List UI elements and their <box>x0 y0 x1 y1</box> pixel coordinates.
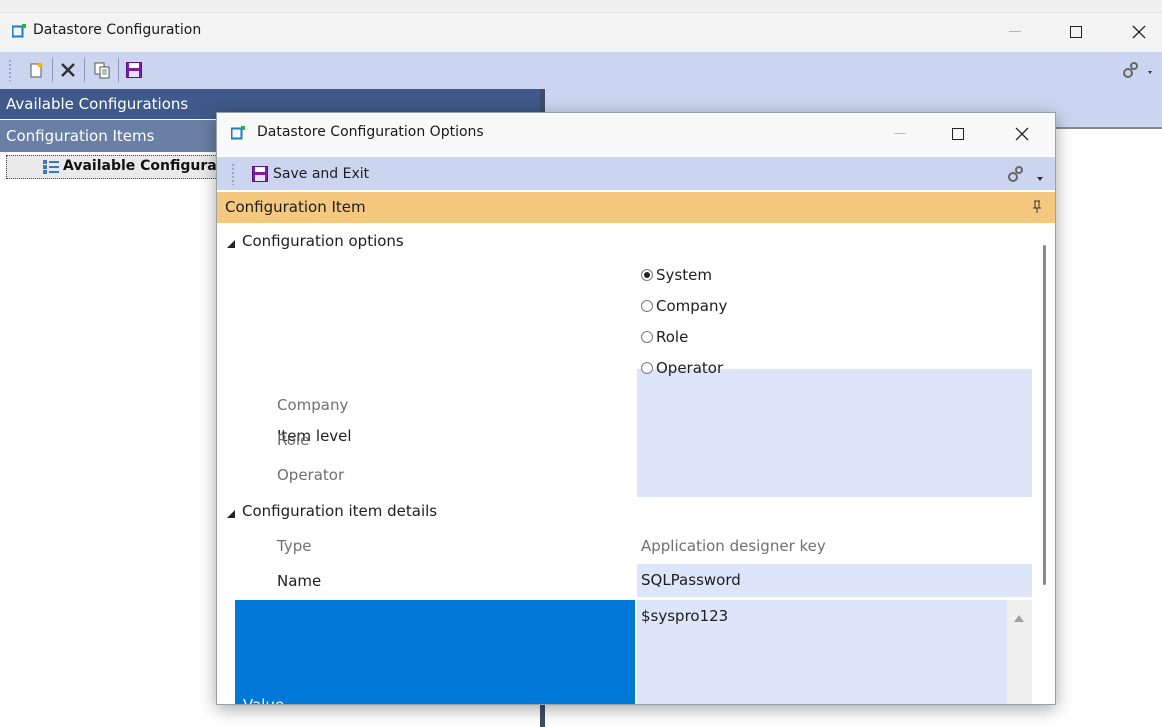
configuration-item-header-label: Configuration Item <box>225 198 366 216</box>
role-label: Role <box>277 431 310 449</box>
configuration-items-label: Configuration Items <box>6 127 155 145</box>
gears-icon[interactable] <box>1118 58 1158 82</box>
type-label: Type <box>277 537 312 555</box>
save-and-exit-label: Save and Exit <box>273 165 370 182</box>
save-icon <box>251 165 269 183</box>
name-label: Name <box>277 572 322 590</box>
dialog-toolbar: Save and Exit <box>217 157 1055 190</box>
section-configuration-item-details: Configuration item details <box>242 502 438 520</box>
value-textarea[interactable]: $syspro123 <box>637 600 1007 704</box>
name-value: SQLPassword <box>641 571 741 589</box>
new-icon[interactable] <box>24 58 48 82</box>
name-field[interactable]: SQLPassword <box>637 564 1032 597</box>
company-label: Company <box>277 396 349 414</box>
maximize-button[interactable] <box>1053 17 1099 47</box>
options-dialog: Datastore Configuration Options Save and… <box>216 112 1056 705</box>
copy-icon[interactable] <box>90 58 114 82</box>
scroll-up-arrow-icon[interactable] <box>1014 610 1024 626</box>
value-textarea-scrollbar[interactable] <box>1007 600 1032 704</box>
item-level-field <box>637 369 1032 497</box>
value-value: $syspro123 <box>641 607 729 625</box>
radio-system-indicator <box>641 269 653 281</box>
dialog-title: Datastore Configuration Options <box>257 124 484 140</box>
minimize-button[interactable] <box>992 17 1038 47</box>
dialog-close-button[interactable] <box>999 119 1045 149</box>
radio-system[interactable]: System <box>641 260 712 290</box>
app-icon <box>230 126 245 144</box>
collapse-section-2-icon[interactable] <box>227 506 235 522</box>
radio-role-label: Role <box>656 328 689 346</box>
main-toolbar <box>0 52 1162 89</box>
available-configurations-header: Available Configurations <box>6 95 189 113</box>
type-value: Application designer key <box>641 537 826 555</box>
radio-company-indicator <box>641 300 653 312</box>
app-icon <box>11 24 26 42</box>
main-title-bar: Datastore Configuration <box>0 12 1162 52</box>
main-window-title: Datastore Configuration <box>33 22 202 38</box>
grid-scrollbar[interactable] <box>1043 245 1046 585</box>
radio-company-label: Company <box>656 297 728 315</box>
configuration-item-header: Configuration Item <box>217 192 1055 223</box>
toolbar-grip <box>231 163 235 185</box>
collapse-section-1-icon[interactable] <box>227 236 235 252</box>
delete-icon[interactable] <box>56 58 80 82</box>
close-button[interactable] <box>1116 17 1162 47</box>
toolbar-separator <box>52 58 53 82</box>
toolbar-grip <box>8 59 12 81</box>
dialog-minimize-button[interactable] <box>877 119 923 149</box>
value-label: Value <box>243 696 285 705</box>
toolbar-separator <box>118 58 119 82</box>
gears-icon[interactable] <box>1005 163 1049 185</box>
top-edge-strip <box>0 0 1162 13</box>
section-configuration-options: Configuration options <box>242 232 404 250</box>
operator-label: Operator <box>277 466 345 484</box>
radio-operator[interactable]: Operator <box>641 353 723 383</box>
radio-role[interactable]: Role <box>641 322 688 352</box>
tree-item-label: Available Configurati <box>63 158 229 174</box>
save-and-exit-button[interactable]: Save and Exit <box>251 161 369 186</box>
toolbar-separator <box>84 58 85 82</box>
value-row-label-cell[interactable]: Value <box>235 600 635 705</box>
tree-node-icon <box>43 160 59 178</box>
radio-company[interactable]: Company <box>641 291 727 321</box>
dialog-title-bar: Datastore Configuration Options <box>217 113 1055 155</box>
radio-operator-label: Operator <box>656 359 724 377</box>
pin-icon[interactable] <box>1032 200 1042 218</box>
radio-role-indicator <box>641 331 653 343</box>
dialog-maximize-button[interactable] <box>935 119 981 149</box>
save-icon[interactable] <box>122 58 146 82</box>
radio-operator-indicator <box>641 362 653 374</box>
radio-system-label: System <box>656 266 712 284</box>
